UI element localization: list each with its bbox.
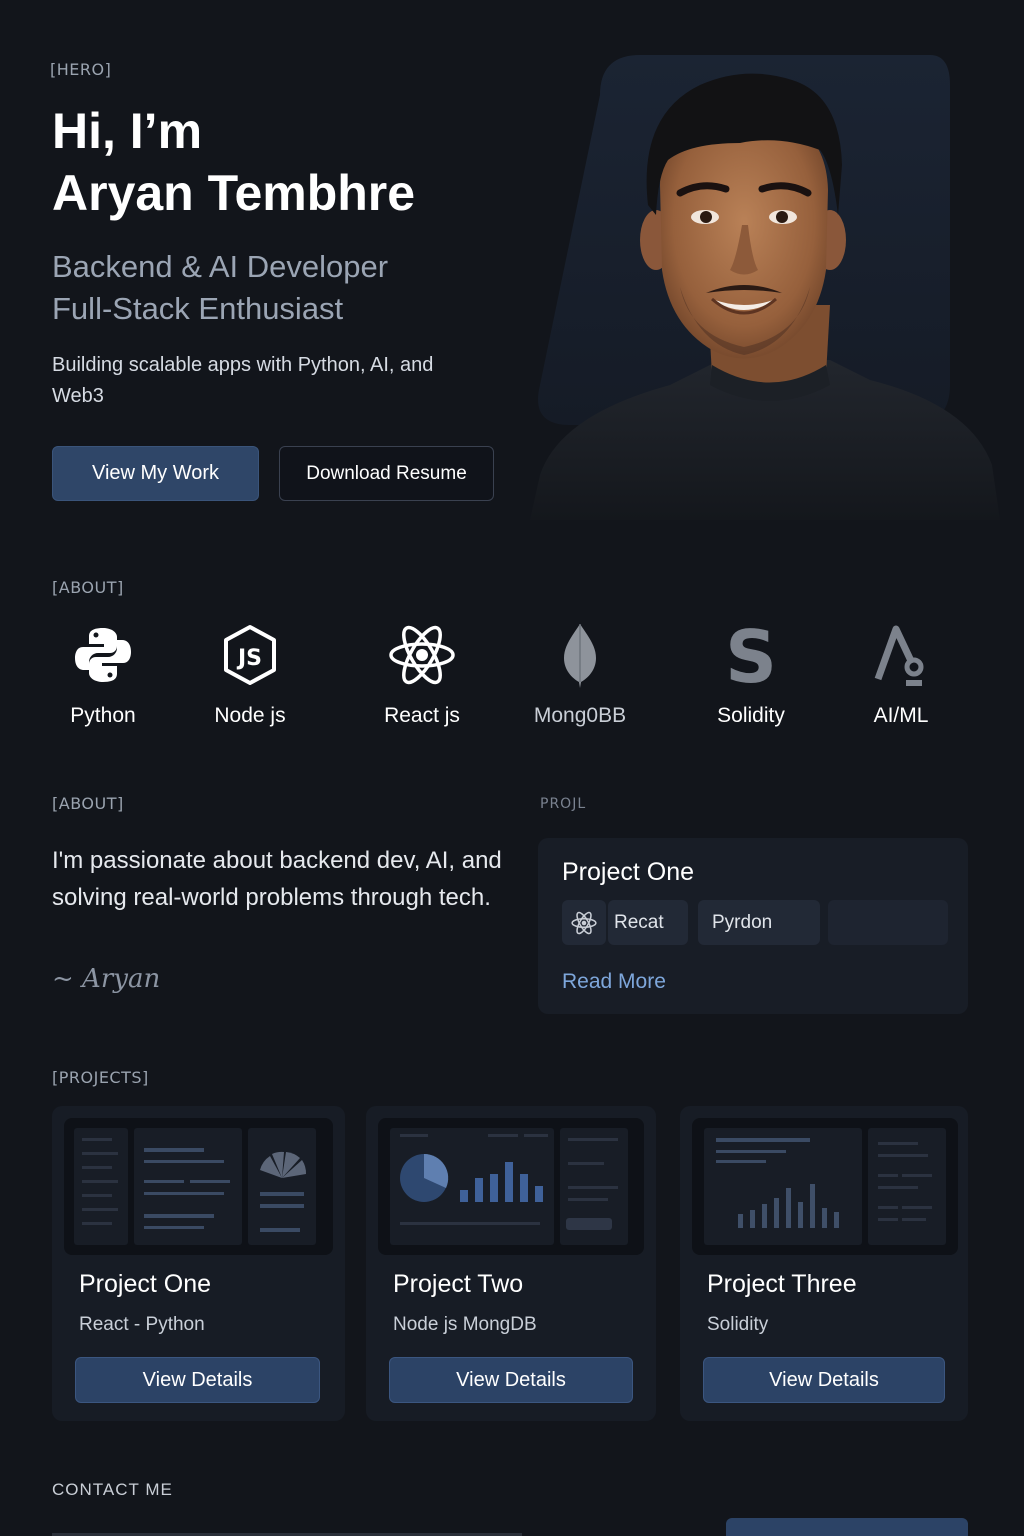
- project-tech: React - Python: [79, 1314, 205, 1335]
- view-details-button[interactable]: View Details: [703, 1357, 945, 1403]
- hero-section-tag: [HERO]: [50, 60, 112, 79]
- mongodb-leaf-icon: [510, 620, 650, 690]
- skill-python: Python: [33, 620, 173, 728]
- project-card-two: Project Two Node js MongDB View Details: [366, 1106, 656, 1421]
- skill-label: Solidity: [717, 704, 785, 727]
- project-title: Project One: [79, 1270, 212, 1298]
- view-details-button[interactable]: View Details: [389, 1357, 633, 1403]
- project-title: Project Three: [707, 1270, 857, 1298]
- svg-text:JS: JS: [236, 646, 262, 671]
- hero-title-line1: Hi, I’m: [52, 103, 203, 159]
- project-title: Project Two: [393, 1270, 524, 1298]
- ai-ml-icon: [831, 620, 971, 690]
- react-icon: [352, 620, 492, 690]
- about-text: I'm passionate about backend dev, AI, an…: [52, 847, 502, 911]
- contact-section-tag: CONTACT ME: [52, 1480, 173, 1499]
- project-tech: Solidity: [707, 1314, 769, 1335]
- projects-preview-tag: PROJL: [540, 796, 587, 812]
- skill-nodejs: JS Node js: [180, 620, 320, 728]
- contact-text-cropped: [52, 1526, 522, 1536]
- skill-mongodb: Mong0BB: [510, 620, 650, 728]
- skill-label: Mong0BB: [533, 704, 627, 727]
- skill-react: React js: [352, 620, 492, 728]
- download-resume-button[interactable]: Download Resume: [279, 446, 494, 501]
- view-my-work-button[interactable]: View My Work: [52, 446, 259, 501]
- tech-chip: Recat: [608, 900, 688, 945]
- skills-section-tag: [ABOUT]: [52, 578, 124, 597]
- skill-label: AI/ML: [873, 704, 929, 727]
- hero-role-line1: Backend & AI Developer: [52, 249, 389, 284]
- skill-ai-ml: AI/ML: [831, 620, 971, 728]
- hero-description: Building scalable apps with Python, AI, …: [52, 354, 434, 407]
- view-details-button[interactable]: View Details: [75, 1357, 320, 1403]
- svg-text:S: S: [727, 622, 775, 688]
- project-card-three: Project Three Solidity View Details: [680, 1106, 968, 1421]
- projects-section-tag: [PROJECTS]: [52, 1068, 149, 1087]
- skill-label: React js: [384, 704, 460, 727]
- signature: ~ Aryan: [52, 964, 161, 994]
- react-icon: [562, 900, 606, 945]
- hero-role: Backend & AI Developer Full-Stack Enthus…: [52, 246, 388, 330]
- project-thumbnail: [64, 1118, 333, 1255]
- project-thumbnail: [378, 1118, 644, 1255]
- nodejs-icon: JS: [180, 620, 320, 690]
- skill-label: Node js: [214, 704, 286, 727]
- contact-button-cropped[interactable]: [726, 1518, 968, 1536]
- tech-chip-empty: [828, 900, 948, 945]
- hero-title-name: Aryan Tembhre: [52, 165, 416, 221]
- portrait-image: [530, 55, 1000, 520]
- skill-solidity: S Solidity: [681, 620, 821, 728]
- project-card-one: Project One React - Python View Details: [52, 1106, 345, 1421]
- about-section-tag: [ABOUT]: [52, 794, 124, 813]
- tech-chip: Pyrdon: [698, 900, 820, 945]
- hero-role-line2: Full-Stack Enthusiast: [52, 291, 344, 326]
- project-preview-card: Project One Recat Pyrdon Read More: [538, 838, 968, 1014]
- skill-label: Python: [70, 704, 136, 727]
- python-icon: [33, 620, 173, 690]
- hero-title: Hi, I’m Aryan Tembhre: [52, 100, 415, 224]
- project-preview-title: Project One: [562, 858, 695, 886]
- project-tech: Node js MongDB: [393, 1314, 537, 1335]
- read-more-link[interactable]: Read More: [562, 970, 666, 994]
- solidity-icon: S: [681, 620, 821, 690]
- project-thumbnail: [692, 1118, 958, 1255]
